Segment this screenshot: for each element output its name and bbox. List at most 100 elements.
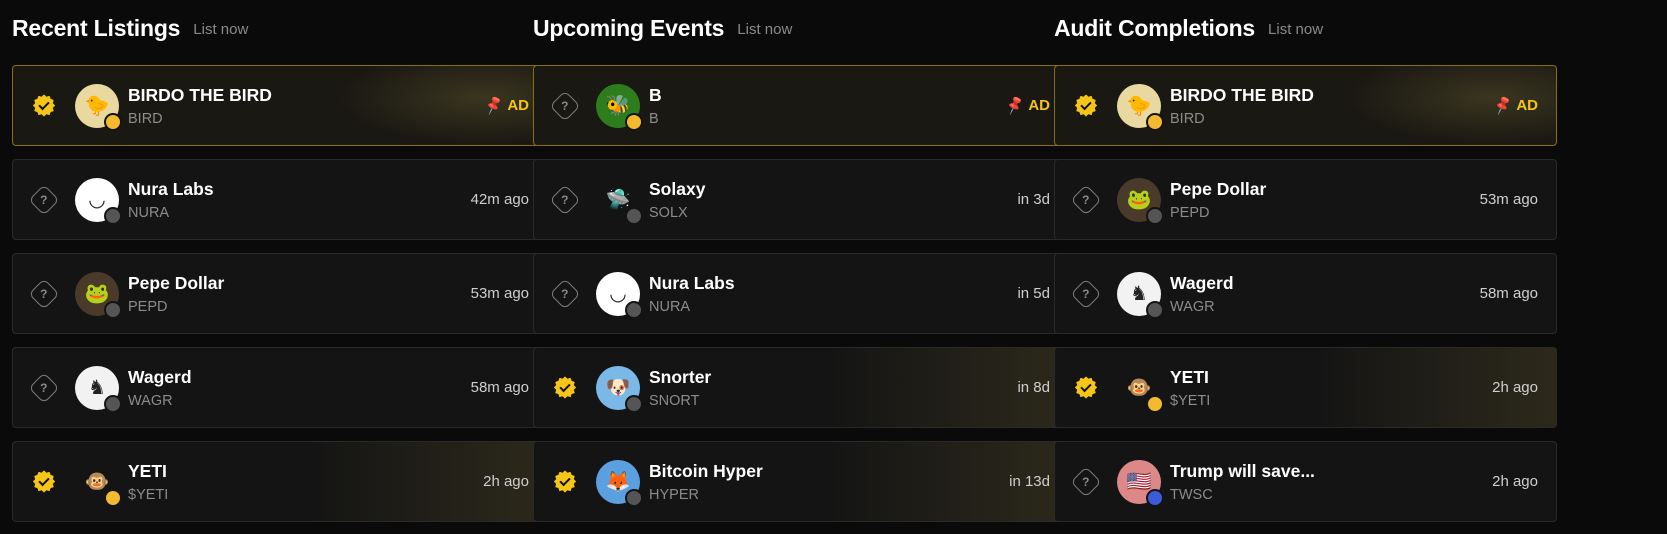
token-ticker: $YETI bbox=[1170, 392, 1211, 409]
verified-badge-icon bbox=[1075, 376, 1097, 399]
chain-icon bbox=[625, 394, 643, 413]
token-ticker: BIRD bbox=[128, 110, 163, 127]
ad-tag: 📌 AD bbox=[483, 95, 529, 116]
verified-badge-icon bbox=[554, 376, 576, 399]
badge-slot: ? bbox=[13, 183, 75, 216]
verified-badge-icon bbox=[1075, 94, 1097, 117]
unverified-question-icon: ? bbox=[1070, 277, 1102, 310]
token-logo-icon: 🐸 bbox=[1126, 189, 1152, 211]
token-logo-icon: 🐶 bbox=[605, 377, 631, 399]
listing-card[interactable]: ? 🐸 Pepe Dollar PEPD 53m ago bbox=[1054, 159, 1557, 240]
listing-card[interactable]: 🦊 Bitcoin Hyper HYPER in 13d bbox=[533, 441, 1069, 522]
token-name: Nura Labs bbox=[649, 272, 735, 293]
token-logo-icon: 🐝 bbox=[605, 95, 631, 117]
ad-label: AD bbox=[507, 97, 529, 114]
token-avatar: ♞ bbox=[75, 365, 122, 413]
time-label: 58m ago bbox=[470, 379, 529, 396]
chain-icon bbox=[1146, 394, 1164, 413]
listing-card[interactable]: ? 🐝 B B 📌 AD bbox=[533, 65, 1069, 146]
verified-badge-icon bbox=[33, 94, 55, 117]
badge-slot bbox=[534, 376, 596, 399]
badge-slot bbox=[13, 94, 75, 117]
token-avatar: 🐸 bbox=[1117, 177, 1164, 225]
badge-slot bbox=[1055, 94, 1117, 117]
token-names: Pepe Dollar PEPD bbox=[1170, 179, 1480, 221]
listing-card[interactable]: ? ◡ Nura Labs NURA 42m ago bbox=[12, 159, 548, 240]
unverified-question-icon: ? bbox=[549, 277, 581, 310]
column-upcoming-events: Upcoming Events List now ? 🐝 B B 📌 AD? 🛸 Solaxy… bbox=[533, 0, 1069, 522]
token-logo-icon: 🇺🇸 bbox=[1126, 471, 1152, 493]
badge-slot: ? bbox=[13, 277, 75, 310]
listing-card[interactable]: ? 🇺🇸 Trump will save... TWSC 2h ago bbox=[1054, 441, 1557, 522]
token-ticker: NURA bbox=[649, 298, 691, 315]
token-names: BIRDO THE BIRD BIRD bbox=[1170, 85, 1494, 127]
time-label: 53m ago bbox=[1479, 191, 1538, 208]
token-names: Solaxy SOLX bbox=[649, 179, 1017, 221]
ad-tag: 📌 AD bbox=[1492, 95, 1538, 116]
token-name: Solaxy bbox=[649, 178, 706, 199]
listing-card[interactable]: 🐵 YETI $YETI 2h ago bbox=[1054, 347, 1557, 428]
listing-card[interactable]: ? 🛸 Solaxy SOLX in 3d bbox=[533, 159, 1069, 240]
list-now-link[interactable]: List now bbox=[193, 21, 248, 38]
token-ticker: $YETI bbox=[128, 486, 169, 503]
chain-icon bbox=[625, 300, 643, 319]
token-avatar: ◡ bbox=[75, 177, 122, 225]
column-title: Recent Listings bbox=[12, 14, 181, 41]
token-logo-icon: 🐸 bbox=[84, 283, 110, 305]
time-label: in 5d bbox=[1017, 285, 1050, 302]
unverified-question-icon: ? bbox=[549, 89, 581, 122]
token-names: Pepe Dollar PEPD bbox=[128, 273, 471, 315]
token-logo-icon: ♞ bbox=[1130, 283, 1148, 305]
badge-slot: ? bbox=[13, 371, 75, 404]
chain-icon bbox=[1146, 206, 1164, 225]
token-name: Bitcoin Hyper bbox=[649, 460, 763, 481]
listing-card[interactable]: ? ♞ Wagerd WAGR 58m ago bbox=[1054, 253, 1557, 334]
time-label: 2h ago bbox=[483, 473, 529, 490]
verified-badge-icon bbox=[33, 470, 55, 493]
time-label: 53m ago bbox=[470, 285, 529, 302]
token-logo-icon: ◡ bbox=[609, 283, 627, 305]
list-now-link[interactable]: List now bbox=[737, 21, 792, 38]
token-avatar: 🐝 bbox=[596, 83, 643, 131]
time-label: 2h ago bbox=[1492, 379, 1538, 396]
listing-card[interactable]: 🐶 Snorter SNORT in 8d bbox=[533, 347, 1069, 428]
time-label: 58m ago bbox=[1479, 285, 1538, 302]
token-name: Wagerd bbox=[1170, 272, 1234, 293]
token-logo-icon: 🦊 bbox=[605, 471, 631, 493]
badge-slot: ? bbox=[534, 89, 596, 122]
token-avatar: 🐸 bbox=[75, 271, 122, 319]
ad-tag: 📌 AD bbox=[1004, 95, 1050, 116]
list-now-link[interactable]: List now bbox=[1268, 21, 1323, 38]
chain-icon bbox=[104, 300, 122, 319]
badge-slot bbox=[1055, 376, 1117, 399]
chain-icon bbox=[1146, 488, 1164, 507]
listing-card[interactable]: ? ♞ Wagerd WAGR 58m ago bbox=[12, 347, 548, 428]
badge-slot: ? bbox=[534, 183, 596, 216]
token-avatar: 🐶 bbox=[596, 365, 643, 413]
ad-label: AD bbox=[1028, 97, 1050, 114]
token-ticker: B bbox=[649, 110, 659, 127]
listings-columns: Recent Listings List now 🐤 BIRDO THE BIRD… bbox=[0, 0, 1667, 534]
time-label: 2h ago bbox=[1492, 473, 1538, 490]
token-ticker: WAGR bbox=[128, 392, 173, 409]
unverified-question-icon: ? bbox=[28, 183, 60, 216]
card-list: ? 🐝 B B 📌 AD? 🛸 Solaxy SOLX in 3d? ◡ Nura Labs NURA i… bbox=[533, 65, 1069, 522]
listing-card[interactable]: 🐤 BIRDO THE BIRD BIRD 📌 AD bbox=[1054, 65, 1557, 146]
token-ticker: BIRD bbox=[1170, 110, 1205, 127]
token-ticker: PEPD bbox=[128, 298, 168, 315]
listing-card[interactable]: 🐵 YETI $YETI 2h ago bbox=[12, 441, 548, 522]
chain-icon bbox=[625, 488, 643, 507]
card-list: 🐤 BIRDO THE BIRD BIRD 📌 AD? ◡ Nura Labs NURA 42m… bbox=[12, 65, 548, 522]
token-names: Bitcoin Hyper HYPER bbox=[649, 461, 1009, 503]
token-ticker: TWSC bbox=[1170, 486, 1213, 503]
badge-slot bbox=[534, 470, 596, 493]
token-names: Trump will save... TWSC bbox=[1170, 461, 1492, 503]
token-name: Pepe Dollar bbox=[1170, 178, 1267, 199]
token-name: Nura Labs bbox=[128, 178, 214, 199]
listing-card[interactable]: 🐤 BIRDO THE BIRD BIRD 📌 AD bbox=[12, 65, 548, 146]
token-name: Trump will save... bbox=[1170, 460, 1315, 481]
listing-card[interactable]: ? ◡ Nura Labs NURA in 5d bbox=[533, 253, 1069, 334]
token-avatar: 🐤 bbox=[75, 83, 122, 131]
listing-card[interactable]: ? 🐸 Pepe Dollar PEPD 53m ago bbox=[12, 253, 548, 334]
token-avatar: 🐤 bbox=[1117, 83, 1164, 131]
